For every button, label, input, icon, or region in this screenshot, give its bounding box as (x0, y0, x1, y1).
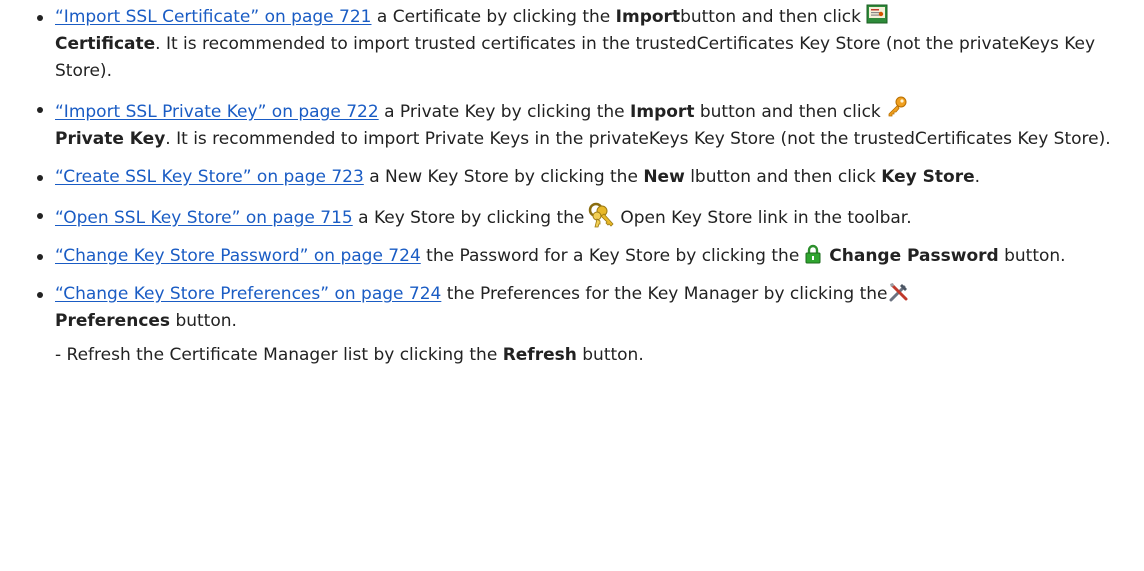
new-label: New (643, 167, 685, 187)
item-text: the Password for a Key Store by clicking… (420, 246, 800, 266)
import-ssl-private-key-link[interactable]: “Import SSL Private Key” on page 722 (55, 102, 379, 122)
item-text: . (974, 167, 981, 187)
item-text: a Certificate by clicking the (371, 7, 616, 27)
keyring-icon (588, 202, 616, 228)
item-text: Open Key Store link in the toolbar. (620, 208, 912, 228)
certificate-icon (866, 4, 888, 24)
bullet-list: “Import SSL Certificate” on page 721 a C… (0, 4, 1144, 335)
refresh-note: - Refresh the Certificate Manager list b… (0, 342, 1144, 369)
change-password-label: Change Password (829, 246, 999, 266)
item-text: button and then click (694, 102, 887, 122)
item-text: lbutton and then click (684, 167, 882, 187)
item-text: button and then click (680, 7, 867, 27)
refresh-text: - Refresh the Certificate Manager list b… (55, 345, 503, 365)
lock-icon (805, 244, 821, 264)
key-store-label: Key Store (881, 167, 975, 187)
list-item: “Change Key Store Preferences” on page 7… (0, 281, 1144, 335)
change-key-store-password-link[interactable]: “Change Key Store Password” on page 724 (55, 246, 421, 266)
item-text: a Key Store by clicking the (352, 208, 585, 228)
list-item: “Change Key Store Password” on page 724 … (0, 243, 1144, 270)
create-ssl-key-store-link[interactable]: “Create SSL Key Store” on page 723 (55, 167, 364, 187)
item-text: button. (998, 246, 1066, 266)
import-label: Import (630, 102, 695, 122)
refresh-label: Refresh (502, 345, 577, 365)
import-ssl-certificate-link[interactable]: “Import SSL Certificate” on page 721 (55, 7, 372, 27)
list-item: “Create SSL Key Store” on page 723 a New… (0, 164, 1144, 191)
item-text: the Preferences for the Key Manager by c… (441, 284, 888, 304)
document-page: “Import SSL Certificate” on page 721 a C… (0, 0, 1144, 571)
item-text: button. (170, 311, 237, 331)
preferences-label: Preferences (55, 311, 171, 331)
change-key-store-preferences-link[interactable]: “Change Key Store Preferences” on page 7… (55, 284, 441, 304)
certificate-label: Certificate (55, 34, 156, 54)
item-text: a Private Key by clicking the (378, 102, 631, 122)
import-label: Import (615, 7, 681, 27)
key-icon (886, 96, 908, 118)
tools-icon (888, 281, 910, 303)
private-key-label: Private Key (55, 129, 166, 149)
refresh-text-end: button. (576, 345, 644, 365)
list-item: “Open SSL Key Store” on page 715 a Key S… (0, 202, 1144, 232)
list-item: “Import SSL Certificate” on page 721 a C… (0, 4, 1144, 85)
open-ssl-key-store-link[interactable]: “Open SSL Key Store” on page 715 (55, 208, 353, 228)
list-item: “Import SSL Private Key” on page 722 a P… (0, 96, 1144, 153)
item-text: . It is recommended to import Private Ke… (165, 129, 1111, 149)
item-text: a New Key Store by clicking the (363, 167, 644, 187)
item-text: . It is recommended to import trusted ce… (55, 34, 1096, 81)
